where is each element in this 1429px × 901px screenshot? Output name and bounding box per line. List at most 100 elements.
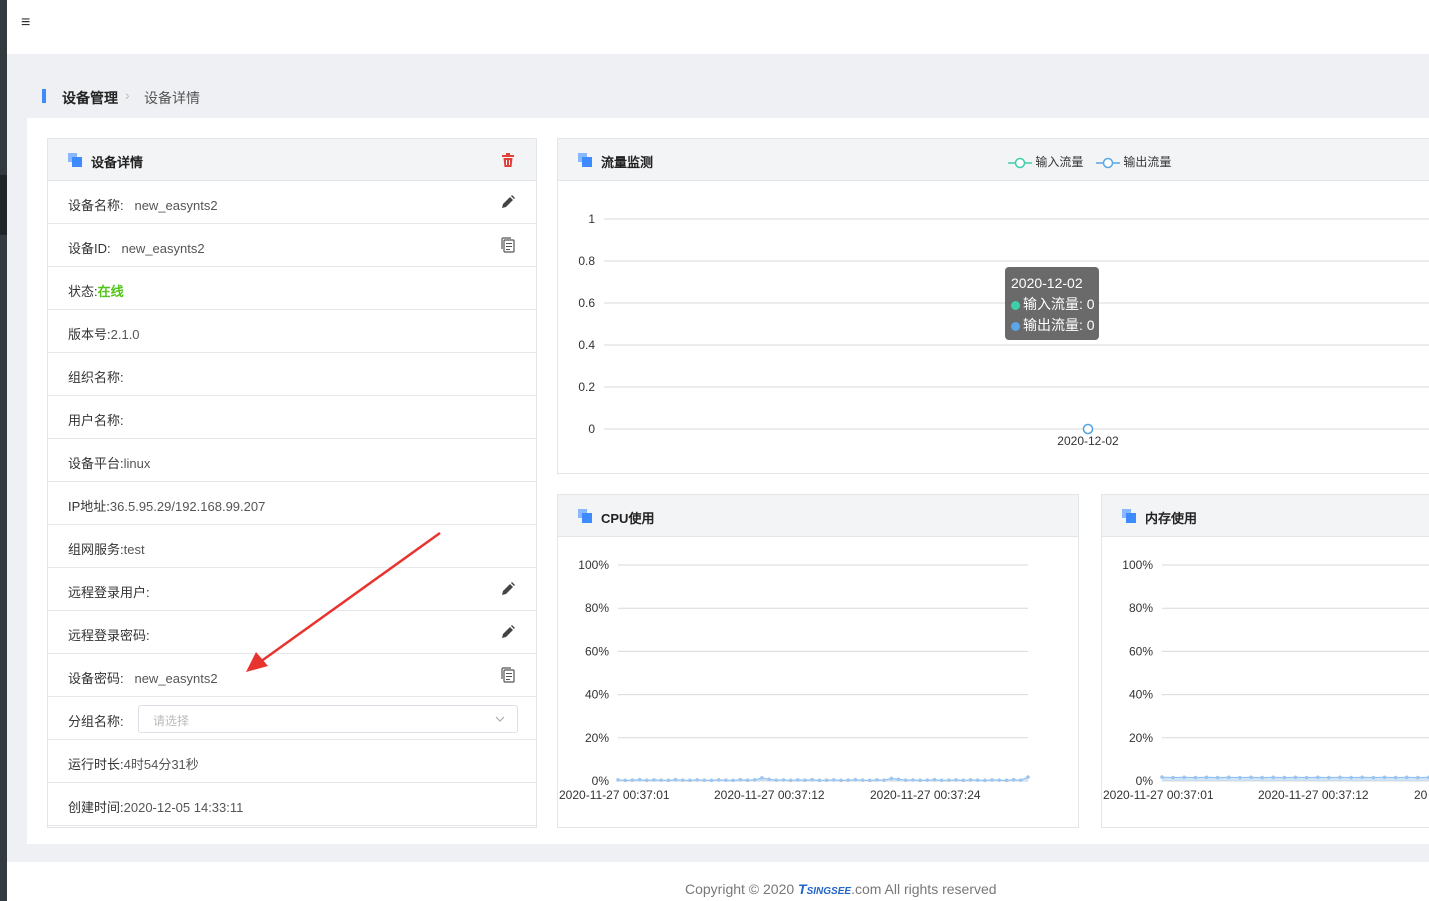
pencil-icon[interactable] (500, 194, 516, 210)
trash-icon[interactable] (500, 152, 516, 168)
top-header: ≡ (7, 0, 1429, 54)
group-select[interactable]: 请选择 (138, 705, 518, 733)
data-point (997, 778, 1002, 782)
data-point (1004, 778, 1009, 783)
copy-icon[interactable] (500, 667, 516, 683)
data-point (1327, 775, 1331, 780)
y-tick-label: 60% (1129, 644, 1153, 658)
legend-output[interactable]: 输出流量 (1096, 153, 1171, 170)
copyright-suffix: .com All rights reserved (851, 881, 997, 897)
device-id-value: new_easynts2 (121, 241, 205, 256)
copyright-prefix: Copyright © 2020 (685, 881, 799, 897)
data-point (760, 776, 764, 780)
data-point (1416, 775, 1420, 780)
memory-chart[interactable]: 0%20%40%60%80%100%2020-11-27 00:37:01 202… (1102, 538, 1429, 828)
panel-header: 设备详情 (48, 139, 536, 181)
row-status: 状态:在线 (48, 267, 536, 310)
panel-copy-icon (578, 153, 592, 167)
row-group: 分组名称: 请选择 (48, 697, 536, 740)
usage-line (617, 776, 1029, 781)
data-point (803, 778, 807, 782)
row-org: 组织名称: (48, 353, 536, 396)
breadcrumb-current: 设备详情 (144, 90, 200, 106)
annotation-arrow (246, 531, 441, 672)
pencil-icon[interactable] (500, 624, 516, 640)
y-tick-label: 0.6 (578, 296, 595, 310)
data-point (1171, 775, 1175, 780)
data-point (817, 778, 822, 783)
panel-title: CPU使用 (601, 511, 655, 526)
cpu-chart[interactable]: 0% 20% 40% 60% 80% 100% 2020-11-27 00:37:01 202… (558, 538, 1078, 828)
platform-value: linux (123, 456, 151, 471)
created-value: 2020-12-05 14:33:11 (123, 800, 244, 815)
data-point (947, 778, 951, 782)
x-tick-label: 2020-11-27 00:37:12 (714, 788, 825, 802)
x-tick-label: 20 (1414, 788, 1428, 802)
data-point (1338, 775, 1342, 780)
row-created: 创建时间:2020-12-05 14:33:11 (48, 783, 536, 826)
data-point (1160, 775, 1164, 779)
row-ip: IP地址:36.5.95.29/192.168.99.207 (48, 482, 536, 525)
panel-copy-icon (68, 153, 82, 167)
copy-icon[interactable] (500, 237, 516, 253)
row-device-id: 设备ID: new_easynts2 (48, 224, 536, 267)
menu-toggle-icon[interactable]: ≡ (21, 15, 35, 31)
label: 设备密码: (68, 671, 124, 686)
device-password-value: new_easynts2 (134, 671, 218, 686)
y-tick-label: 20% (1129, 731, 1153, 745)
data-point (1404, 775, 1409, 780)
label: 组织名称: (68, 370, 124, 385)
y-tick-label: 0% (1136, 774, 1154, 788)
y-tick-label: 80% (1129, 601, 1153, 615)
breadcrumb-root[interactable]: 设备管理 (62, 88, 118, 108)
data-point (939, 778, 944, 783)
data-point (867, 778, 872, 783)
y-tick-label: 40% (1129, 688, 1153, 702)
data-point (932, 777, 937, 782)
legend-output-label: 输出流量 (1123, 155, 1172, 169)
data-point (1271, 775, 1276, 780)
data-point (990, 778, 994, 782)
data-point (1011, 777, 1016, 782)
copyright-text: Copyright © 2020 Tsingsee.com All rights… (685, 881, 997, 897)
data-point (1215, 775, 1220, 780)
chevron-right-icon: › (125, 87, 130, 103)
data-point (673, 777, 678, 782)
data-point (903, 778, 908, 782)
legend-input[interactable]: 输入流量 (1008, 153, 1083, 170)
tooltip-date: 2020-12-02 (1011, 275, 1083, 291)
data-point (1193, 775, 1198, 780)
data-point (896, 777, 901, 782)
y-tick-label: 40% (585, 688, 609, 702)
label: 远程登录密码: (68, 628, 150, 643)
breadcrumb-marker (42, 89, 46, 103)
data-point (688, 778, 692, 783)
label: 设备平台: (68, 456, 124, 471)
data-point (666, 778, 671, 783)
pencil-icon[interactable] (500, 581, 516, 597)
label: 版本号: (68, 327, 111, 342)
data-point (716, 778, 721, 782)
data-point (1393, 775, 1398, 780)
data-point (731, 778, 735, 783)
data-point (875, 778, 879, 782)
sidebar-active-item[interactable] (0, 175, 7, 235)
data-point (752, 778, 757, 782)
group-select-placeholder: 请选择 (153, 714, 190, 728)
brand-logo[interactable]: Tsingsee (798, 881, 851, 897)
data-point (925, 778, 930, 782)
tooltip-output: 输出流量: 0 (1023, 317, 1095, 333)
data-point (1026, 775, 1030, 779)
y-tick-label: 100% (1122, 558, 1153, 572)
panel-header: 内存使用 (1102, 495, 1429, 537)
traffic-chart[interactable]: 0 0.2 0.4 0.6 0.8 1 2020-12-02 (558, 182, 1429, 474)
y-tick-label: 0% (592, 774, 610, 788)
data-point (1226, 775, 1231, 780)
memory-usage-panel: 内存使用 0% 20% 40% 60% 80% 100% 2020-11-27 00:37:… (1101, 494, 1429, 828)
data-point (954, 778, 958, 782)
panel-title: 设备详情 (91, 155, 144, 170)
label: 运行时长: (68, 757, 124, 772)
uptime-value: 4时54分31秒 (123, 757, 199, 772)
y-tick-label: 80% (585, 601, 609, 615)
data-point (659, 778, 663, 782)
